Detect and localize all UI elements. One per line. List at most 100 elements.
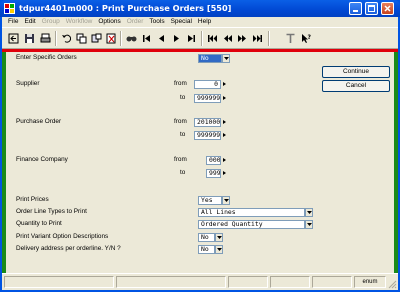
continue-button[interactable]: Continue [322, 66, 390, 78]
right-border-strip [394, 52, 398, 273]
header-divider [2, 49, 398, 52]
window-title: tdpur4401m000 : Print Purchase Orders [5… [19, 3, 232, 13]
zoom-arrow-icon[interactable] [223, 120, 226, 124]
purchase-order-to-label: to [180, 131, 186, 138]
menu-tools[interactable]: Tools [146, 17, 167, 27]
save-button[interactable] [22, 31, 37, 46]
print-icon [40, 33, 51, 43]
previous-group-icon [224, 35, 232, 42]
status-pane [116, 276, 226, 288]
zoom-arrow-icon[interactable] [223, 158, 226, 162]
menu-group[interactable]: Group [39, 17, 63, 27]
find-icon [126, 36, 137, 42]
finance-company-to-label: to [180, 169, 186, 176]
quantity-to-print-select[interactable]: Ordered Quantity [198, 220, 305, 229]
print-prices-select[interactable]: Yes [198, 196, 222, 205]
supplier-to-field[interactable]: 999999 [194, 94, 221, 103]
order-line-types-dropdown-button[interactable] [305, 208, 313, 217]
left-border-strip [2, 52, 6, 273]
previous-record-button[interactable] [154, 31, 169, 46]
delivery-address-dropdown-button[interactable] [215, 245, 223, 254]
maximize-button[interactable] [365, 2, 378, 15]
status-message-pane [4, 276, 114, 288]
chevron-down-icon [306, 211, 312, 214]
previous-group-button[interactable] [220, 31, 235, 46]
cancel-button[interactable]: Cancel [322, 80, 390, 92]
print-button[interactable] [38, 31, 53, 46]
svg-text:?: ? [308, 34, 312, 41]
first-record-button[interactable] [139, 31, 154, 46]
menu-options[interactable]: Options [95, 17, 123, 27]
menu-help[interactable]: Help [195, 17, 214, 27]
toolbar-separator [55, 31, 57, 46]
next-record-button[interactable] [169, 31, 184, 46]
copy-icon [76, 33, 87, 44]
purchase-order-from-label: from [174, 118, 187, 125]
chevron-down-icon [306, 223, 312, 226]
last-group-button[interactable] [250, 31, 265, 46]
purchase-order-label: Purchase Order [16, 118, 62, 125]
first-record-icon [143, 35, 150, 42]
menu-edit[interactable]: Edit [21, 17, 38, 27]
delete-button[interactable] [104, 31, 119, 46]
quantity-to-print-dropdown-button[interactable] [305, 220, 313, 229]
close-button[interactable] [381, 2, 394, 15]
status-language: enum [354, 276, 386, 288]
print-prices-label: Print Prices [16, 196, 49, 203]
menu-file[interactable]: File [5, 17, 21, 27]
quantity-to-print-label: Quantity to Print [16, 220, 62, 227]
toolbar-separator [268, 31, 270, 46]
specific-orders-dropdown-button[interactable] [222, 54, 230, 63]
menu-bar: File Edit Group Workflow Options Order T… [2, 17, 398, 27]
copy-record-icon [91, 33, 102, 43]
chevron-down-icon [216, 248, 222, 251]
exit-icon [8, 33, 19, 44]
supplier-to-label: to [180, 94, 186, 101]
first-group-icon [208, 35, 217, 42]
supplier-from-field[interactable]: 0 [194, 80, 221, 89]
order-line-types-label: Order Line Types to Print [16, 208, 87, 215]
purchase-order-from-field[interactable]: 201000 [194, 118, 221, 127]
finance-company-label: Finance Company [16, 156, 68, 163]
variant-option-select[interactable]: No [198, 233, 215, 242]
variant-option-dropdown-button[interactable] [215, 233, 223, 242]
copy-record-button[interactable] [89, 31, 104, 46]
chevron-down-icon [216, 236, 222, 239]
finance-company-from-field[interactable]: 000 [206, 156, 221, 165]
first-group-button[interactable] [205, 31, 220, 46]
text-button[interactable] [283, 31, 298, 46]
exit-button[interactable] [6, 31, 21, 46]
finance-company-to-field[interactable]: 999 [206, 169, 221, 178]
find-button[interactable] [124, 31, 139, 46]
minimize-button[interactable] [349, 2, 362, 15]
purchase-order-to-field[interactable]: 999999 [194, 131, 221, 140]
toolbar: ? [2, 27, 398, 49]
specific-orders-select[interactable]: No [198, 54, 222, 63]
status-pane [228, 276, 268, 288]
undo-button[interactable] [59, 31, 74, 46]
print-prices-dropdown-button[interactable] [222, 196, 230, 205]
order-line-types-select[interactable]: All Lines [198, 208, 305, 217]
last-record-icon [188, 35, 195, 42]
save-icon [25, 34, 34, 43]
resize-grip-icon[interactable] [387, 279, 397, 289]
zoom-arrow-icon[interactable] [223, 96, 226, 100]
next-group-button[interactable] [235, 31, 250, 46]
menu-special[interactable]: Special [168, 17, 195, 27]
app-icon [4, 3, 15, 14]
menu-workflow[interactable]: Workflow [63, 17, 96, 27]
zoom-arrow-icon[interactable] [223, 171, 226, 175]
title-bar[interactable]: tdpur4401m000 : Print Purchase Orders [5… [0, 0, 400, 17]
text-icon [286, 33, 295, 43]
menu-order[interactable]: Order [124, 17, 147, 27]
application-window: tdpur4401m000 : Print Purchase Orders [5… [0, 0, 400, 292]
undo-icon [62, 34, 72, 43]
zoom-arrow-icon[interactable] [223, 82, 226, 86]
help-pointer-button[interactable]: ? [299, 31, 314, 46]
delivery-address-select[interactable]: No [198, 245, 215, 254]
zoom-arrow-icon[interactable] [223, 133, 226, 137]
status-bar: enum [2, 273, 398, 290]
last-record-button[interactable] [184, 31, 199, 46]
copy-button[interactable] [74, 31, 89, 46]
minimize-icon [353, 10, 358, 12]
